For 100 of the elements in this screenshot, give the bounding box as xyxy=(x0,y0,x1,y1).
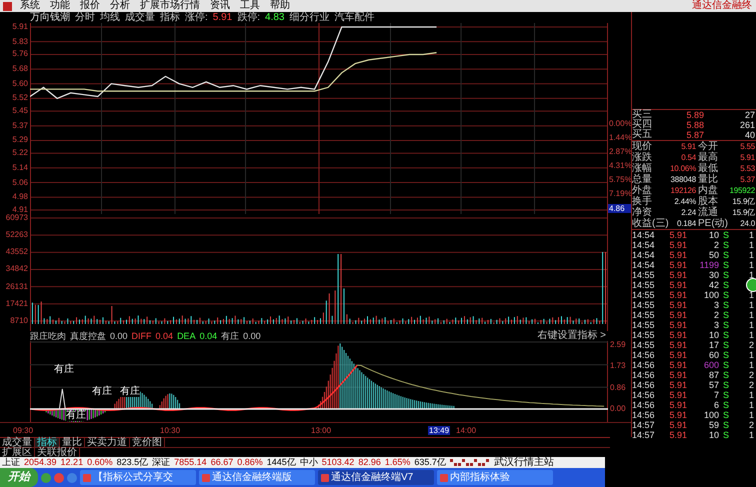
tick-volume: 60 xyxy=(708,350,719,360)
tick-count: 1 xyxy=(748,250,755,260)
tick-volume: 30 xyxy=(708,270,719,280)
volume-axis-label: 43552 xyxy=(6,248,29,256)
indicator-header-text: DIFF xyxy=(132,332,152,340)
app-title: 通达信金融终 xyxy=(692,0,752,12)
price-axis-label: 5.83 xyxy=(12,38,28,46)
tick-count: 1 xyxy=(748,350,755,360)
tick-time: 14:55 xyxy=(632,340,656,350)
status-text: 深证 xyxy=(152,458,170,467)
quote-value: 24.0 xyxy=(739,220,756,228)
tick-time: 14:55 xyxy=(632,310,656,320)
indicator-header-text: 有庄 xyxy=(221,332,240,340)
tick-volume: 87 xyxy=(708,370,719,380)
tick-volume: 3 xyxy=(712,300,719,310)
volume-axis-label: 52263 xyxy=(6,231,29,240)
tick-side: S xyxy=(722,410,730,420)
indicator-axis-label: 1.73 xyxy=(610,362,627,370)
indicator-marker-label: 有庄 xyxy=(54,365,74,375)
price-axis-label: 5.52 xyxy=(12,94,28,102)
quote-value: 15.9亿 xyxy=(731,198,756,206)
volume-axis-label: 8710 xyxy=(10,316,29,325)
status-text: 12.21 xyxy=(60,458,84,467)
tick-price: 5.91 xyxy=(668,380,687,390)
tick-volume: 2 xyxy=(712,310,719,320)
indicator-header-text: 真度控盘 xyxy=(70,332,106,340)
tick-side: S xyxy=(722,430,730,440)
quote-label: PE(动) xyxy=(697,218,727,228)
price-axis-label: 5.06 xyxy=(12,178,28,187)
indicator-axis-label: 0.86 xyxy=(610,384,627,392)
tick-volume: 7 xyxy=(712,390,719,400)
time-axis-label: 13:00 xyxy=(310,426,332,435)
tick-volume: 10 xyxy=(708,230,719,240)
percent-axis-label: 0.00% xyxy=(608,120,631,128)
tick-side: S xyxy=(722,420,730,430)
quote-label: 内盘 xyxy=(697,186,719,196)
tick-side: S xyxy=(722,400,730,410)
time-axis-label: 14:00 xyxy=(455,426,478,435)
tick-time: 14:57 xyxy=(632,420,656,430)
tick-side: S xyxy=(722,290,730,300)
indicator-marker-label: 有庄 xyxy=(66,411,86,421)
tick-side: S xyxy=(722,270,730,280)
indicator-header-text: 0.04 xyxy=(200,332,218,340)
status-text: 0.60% xyxy=(87,458,113,467)
time-axis-label: 09:30 xyxy=(12,426,34,435)
tick-volume: 42 xyxy=(708,280,719,290)
chart-header-text: 指标 xyxy=(160,12,180,22)
tick-count: 1 xyxy=(748,270,755,280)
tick-price: 5.91 xyxy=(668,280,687,290)
tick-count: 1 xyxy=(748,290,755,300)
volume-axis-label: 34842 xyxy=(6,265,29,274)
price-axis-label: 5.37 xyxy=(12,122,28,130)
bid-label: 买三 xyxy=(632,110,653,120)
time-axis-label: 13:49 xyxy=(428,426,450,435)
status-text: 5103.42 xyxy=(322,458,354,467)
tick-volume: 59 xyxy=(708,420,719,430)
tick-price: 5.91 xyxy=(668,400,687,410)
tick-side: S xyxy=(722,380,730,390)
quote-value: 192126 xyxy=(670,186,697,194)
tick-side: S xyxy=(722,310,730,320)
indicator-axis-label: 2.59 xyxy=(610,341,627,349)
tick-count: 1 xyxy=(748,300,755,310)
tick-side: S xyxy=(722,370,730,380)
indicator-axis-label: 0.00 xyxy=(610,404,627,413)
quote-label: 涨幅 xyxy=(632,164,653,174)
tick-volume: 600 xyxy=(702,360,719,370)
price-axis-label: 5.29 xyxy=(12,136,28,144)
tick-count: 2 xyxy=(748,340,755,350)
indicator-header-text: 0.00 xyxy=(110,332,128,340)
tick-side: S xyxy=(722,260,730,270)
bid-price: 5.87 xyxy=(685,130,704,140)
quote-value: 15.9亿 xyxy=(731,208,756,216)
tick-time: 14:55 xyxy=(632,330,656,340)
quote-value: 2.44% xyxy=(673,198,697,206)
tick-side: S xyxy=(722,250,730,260)
tick-price: 5.91 xyxy=(668,310,687,320)
tick-count: 2 xyxy=(748,380,755,390)
tick-price: 5.91 xyxy=(668,300,687,310)
status-text: 1445亿 xyxy=(266,458,296,467)
server-name: 武汉行情主站 xyxy=(494,458,554,468)
status-text: 823.5亿 xyxy=(116,458,148,467)
tick-volume: 2 xyxy=(712,240,719,250)
tick-time: 14:54 xyxy=(632,250,656,260)
bid-volume: 261 xyxy=(738,120,756,130)
tick-time: 14:56 xyxy=(632,360,656,370)
percent-axis-label: 5.75% xyxy=(608,176,631,184)
tick-volume: 17 xyxy=(708,340,719,350)
status-text: 中小 xyxy=(300,458,318,467)
indicator-header-text: 跟庄吃肉 xyxy=(30,332,66,340)
tick-count: 2 xyxy=(748,370,755,380)
tick-side: S xyxy=(722,330,730,340)
tick-time: 14:56 xyxy=(632,350,656,360)
chart-header-text: 4.83 xyxy=(265,12,284,22)
tick-count: 1 xyxy=(748,330,755,340)
indicator-marker-label: 有庄 xyxy=(92,387,112,397)
quote-value: 2.24 xyxy=(680,208,697,216)
tick-time: 14:55 xyxy=(632,300,656,310)
quote-value: 5.37 xyxy=(739,176,756,184)
tick-volume: 50 xyxy=(708,250,719,260)
bid-volume: 27 xyxy=(744,110,756,120)
